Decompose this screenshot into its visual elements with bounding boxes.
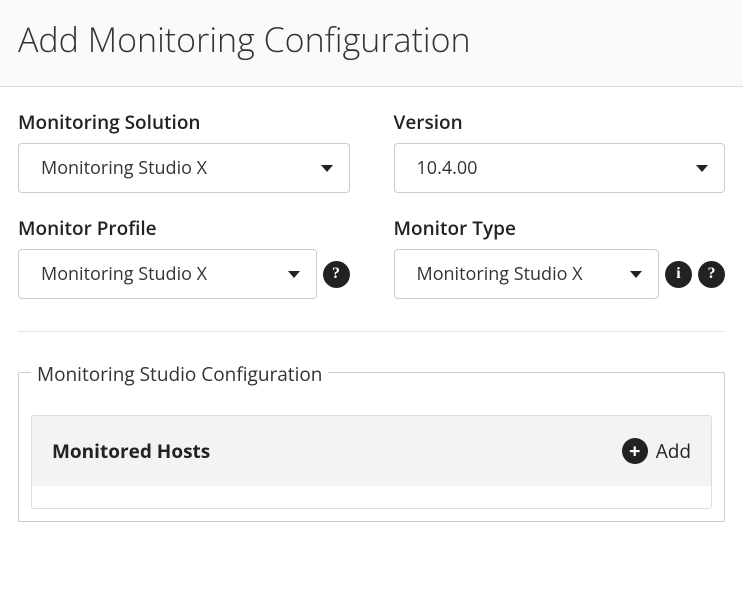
- chevron-down-icon: [321, 165, 333, 172]
- monitored-hosts-header: Monitored Hosts + Add: [32, 416, 711, 486]
- select-monitor-type-value: Monitoring Studio X: [417, 262, 583, 286]
- select-monitoring-solution-value: Monitoring Studio X: [41, 156, 207, 180]
- label-monitoring-solution: Monitoring Solution: [18, 109, 350, 135]
- help-icon[interactable]: ?: [698, 261, 725, 288]
- config-legend: Monitoring Studio Configuration: [31, 361, 328, 387]
- label-monitor-profile: Monitor Profile: [18, 215, 350, 241]
- label-version: Version: [394, 109, 726, 135]
- plus-icon: +: [622, 438, 648, 464]
- select-monitor-type[interactable]: Monitoring Studio X: [394, 249, 660, 299]
- select-version-value: 10.4.00: [417, 156, 478, 180]
- label-monitor-type: Monitor Type: [394, 215, 726, 241]
- select-monitoring-solution[interactable]: Monitoring Studio X: [18, 143, 350, 193]
- chevron-down-icon: [696, 165, 708, 172]
- chevron-down-icon: [630, 271, 642, 278]
- select-version[interactable]: 10.4.00: [394, 143, 726, 193]
- info-icon[interactable]: i: [665, 261, 692, 288]
- select-monitor-profile-value: Monitoring Studio X: [41, 262, 207, 286]
- monitored-hosts-body: [32, 486, 711, 508]
- add-host-button[interactable]: + Add: [622, 438, 691, 464]
- page-title: Add Monitoring Configuration: [18, 16, 725, 62]
- help-icon[interactable]: ?: [323, 261, 350, 288]
- config-fieldset: Monitoring Studio Configuration Monitore…: [18, 372, 725, 522]
- monitored-hosts-panel: Monitored Hosts + Add: [31, 415, 712, 509]
- field-version: Version 10.4.00: [394, 109, 726, 193]
- divider: [18, 331, 725, 332]
- chevron-down-icon: [288, 271, 300, 278]
- select-monitor-profile[interactable]: Monitoring Studio X: [18, 249, 317, 299]
- field-monitoring-solution: Monitoring Solution Monitoring Studio X: [18, 109, 350, 193]
- field-monitor-profile: Monitor Profile Monitoring Studio X ?: [18, 215, 350, 299]
- monitored-hosts-title: Monitored Hosts: [52, 438, 210, 464]
- field-monitor-type: Monitor Type Monitoring Studio X i ?: [394, 215, 726, 299]
- add-host-label: Add: [656, 438, 691, 464]
